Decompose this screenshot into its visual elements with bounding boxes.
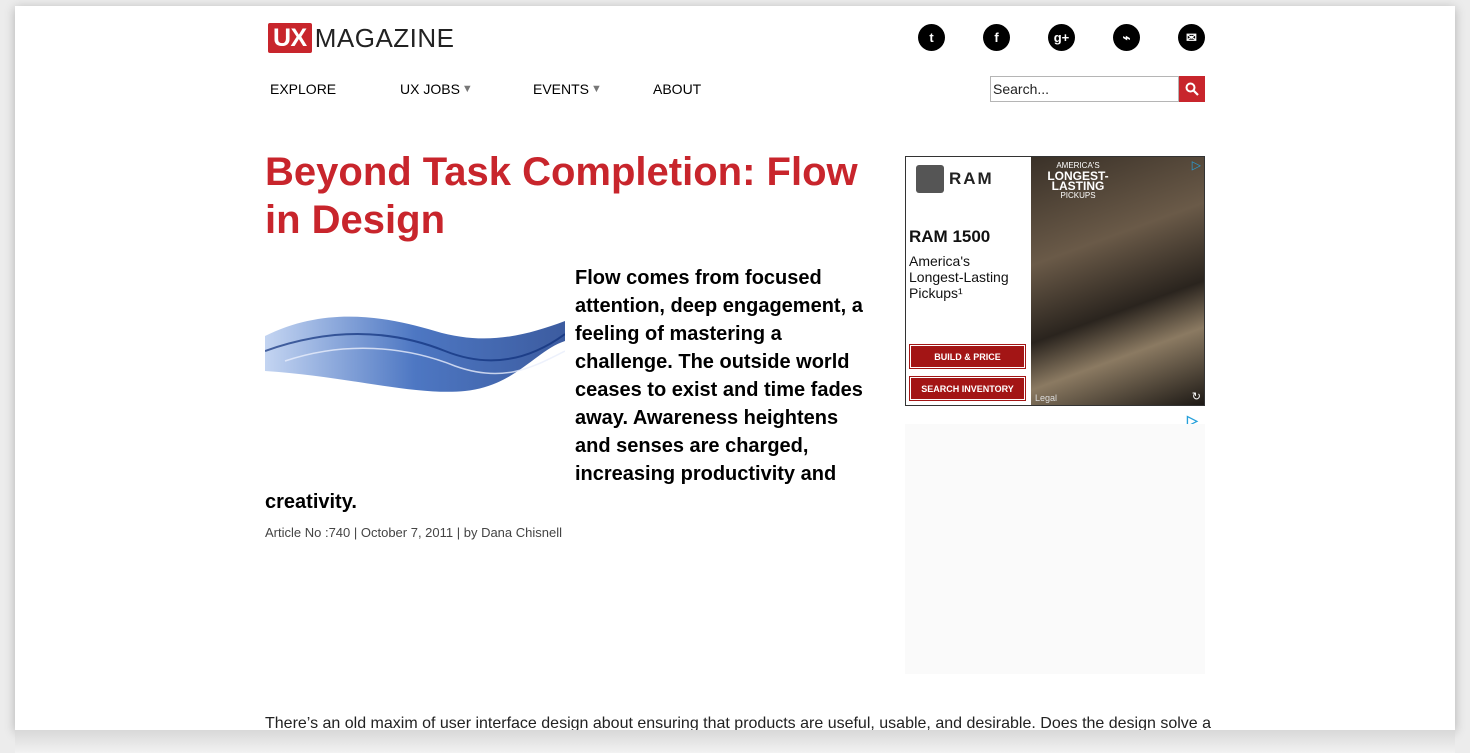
ad-headline-big: LONGEST-LASTING <box>1047 169 1109 193</box>
article-body: There’s an old maxim of user interface d… <box>265 715 1212 730</box>
logo-ux-badge: UX <box>268 23 312 53</box>
browser-page: UX MAGAZINE t f g+ ⌁ ✉ EXPLORE UX JOBS ▼… <box>15 6 1455 730</box>
site-logo[interactable]: UX MAGAZINE <box>268 22 455 54</box>
article-meta: Article No :740 | October 7, 2011 | by D… <box>265 525 563 540</box>
ram-advertisement[interactable]: RAM RAM 1500 America's Longest-Lasting P… <box>905 156 1205 406</box>
ad-truck-interior-image: AMERICA'S LONGEST-LASTING PICKUPS Legal … <box>1031 157 1204 405</box>
ram-logo-icon <box>916 165 944 193</box>
nav-item-about[interactable]: ABOUT <box>653 81 701 97</box>
logo-wordmark: MAGAZINE <box>314 22 455 53</box>
ad-copy: America's Longest-Lasting Pickups¹ <box>909 253 1009 301</box>
twitter-icon[interactable]: t <box>918 24 945 51</box>
caret-down-icon: ▼ <box>591 83 602 95</box>
ad-left-panel: RAM RAM 1500 America's Longest-Lasting P… <box>906 157 1031 405</box>
nav-item-explore[interactable]: EXPLORE <box>270 81 400 97</box>
build-price-button[interactable]: BUILD & PRICE <box>909 344 1026 369</box>
window-bottom-shadow <box>15 730 1455 753</box>
ad-headline: AMERICA'S LONGEST-LASTING PICKUPS <box>1035 161 1121 201</box>
article-title: Beyond Task Completion: Flow in Design <box>265 150 858 242</box>
nav-item-label: EVENTS <box>533 81 590 97</box>
nav-item-label: UX JOBS <box>400 81 460 97</box>
replay-icon[interactable]: ↻ <box>1192 390 1201 403</box>
search-icon <box>1185 82 1199 96</box>
search-input[interactable] <box>990 76 1179 102</box>
google-plus-icon[interactable]: g+ <box>1048 24 1075 51</box>
email-icon[interactable]: ✉ <box>1178 24 1205 51</box>
ad-model: RAM 1500 <box>909 227 991 246</box>
ad-placeholder <box>905 424 1205 674</box>
facebook-icon[interactable]: f <box>983 24 1010 51</box>
nav-item-label: EXPLORE <box>270 81 337 97</box>
flow-wave-image <box>265 316 565 392</box>
nav-item-ux-jobs[interactable]: UX JOBS ▼ <box>400 81 533 97</box>
ad-legal-link[interactable]: Legal <box>1035 393 1057 403</box>
ad-headline-sub: PICKUPS <box>1060 191 1096 200</box>
social-links: t f g+ ⌁ ✉ <box>918 24 1205 51</box>
ad-brand: RAM <box>916 165 994 193</box>
caret-down-icon: ▼ <box>461 83 473 95</box>
adchoices-icon[interactable]: ▷ <box>1192 158 1201 172</box>
search-button[interactable] <box>1179 76 1205 102</box>
main-nav: EXPLORE UX JOBS ▼ EVENTS ▼ ABOUT <box>270 81 701 97</box>
search-inventory-button[interactable]: SEARCH INVENTORY <box>909 376 1026 401</box>
ad-brand-name: RAM <box>949 169 994 188</box>
search-form <box>990 76 1205 102</box>
rss-icon[interactable]: ⌁ <box>1113 24 1140 51</box>
nav-item-events[interactable]: EVENTS ▼ <box>533 81 653 97</box>
nav-item-label: ABOUT <box>653 81 702 97</box>
